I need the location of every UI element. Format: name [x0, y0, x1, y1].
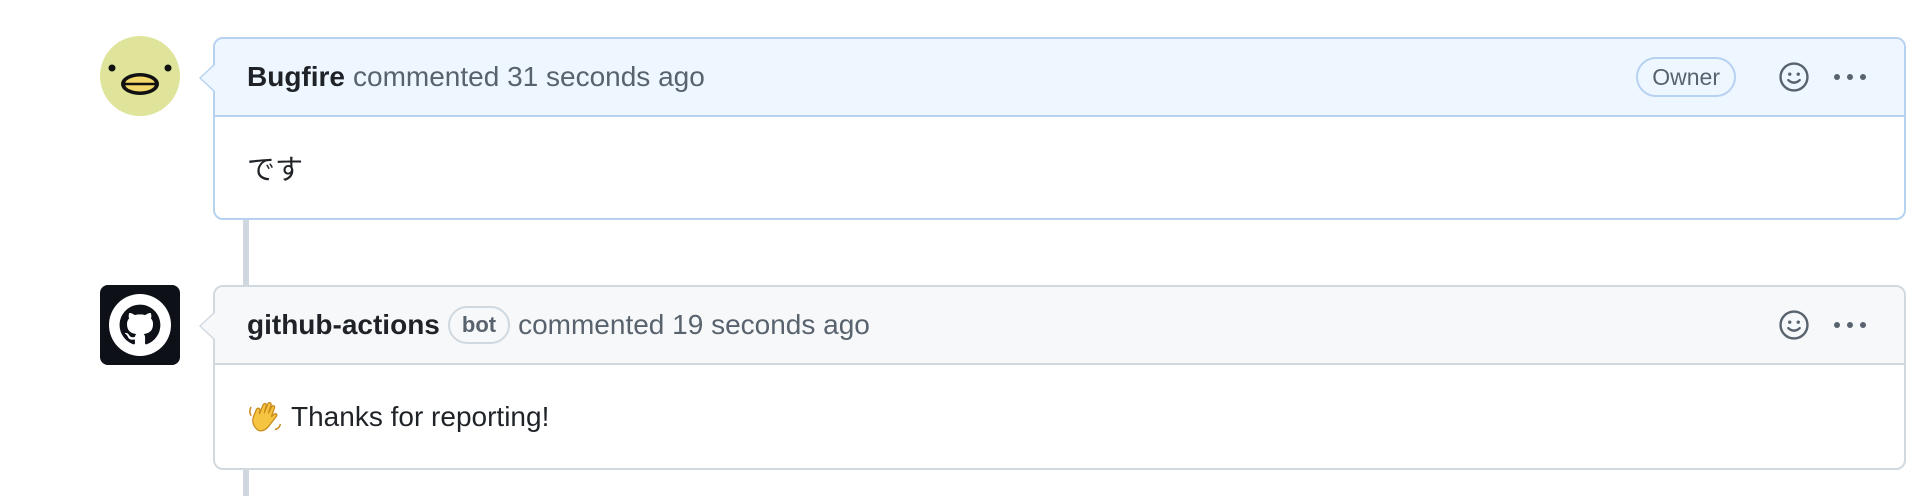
owner-badge: Owner: [1636, 57, 1736, 97]
comment-body-text: Thanks for reporting!: [291, 400, 550, 432]
avatar-bugfire[interactable]: [100, 36, 180, 116]
github-octocat-avatar-icon: [100, 285, 180, 365]
duck-face-avatar-icon: [100, 36, 180, 116]
comment-options-button[interactable]: [1830, 305, 1870, 345]
comment-body-text: です: [247, 153, 304, 185]
comment-author[interactable]: Bugfire: [247, 61, 345, 93]
timeline-comment: github-actions bot commented 19 seconds …: [199, 285, 1906, 470]
kebab-horizontal-icon: [1834, 322, 1866, 328]
comment-header: github-actions bot commented 19 seconds …: [199, 287, 1904, 365]
timeline-comment: Bugfire commented 31 seconds ago Owner で…: [199, 37, 1906, 220]
timeline-connector: [243, 470, 249, 496]
add-reaction-button[interactable]: [1774, 57, 1814, 97]
comment-action-text: commented: [518, 309, 665, 340]
comment-body: です: [215, 117, 1904, 218]
comment-options-button[interactable]: [1830, 57, 1870, 97]
timeline-connector: [243, 220, 249, 285]
avatar-github-actions[interactable]: [100, 285, 180, 365]
comment-header: Bugfire commented 31 seconds ago Owner: [199, 39, 1904, 117]
comment-action-text: commented: [353, 61, 500, 92]
comment-meta: commented 19 seconds ago: [518, 309, 870, 341]
smiley-icon: [1779, 62, 1809, 92]
kebab-horizontal-icon: [1834, 74, 1866, 80]
bot-badge: bot: [447, 306, 511, 344]
smiley-icon: [1779, 310, 1809, 340]
comment-timestamp[interactable]: 19 seconds ago: [672, 309, 870, 340]
add-reaction-button[interactable]: [1774, 305, 1814, 345]
comment-body: Thanks for reporting!: [215, 365, 1904, 468]
comment-timestamp[interactable]: 31 seconds ago: [507, 61, 705, 92]
comment-author[interactable]: github-actions: [247, 309, 440, 341]
waving-hand-emoji-icon: [249, 401, 282, 431]
comment-meta: commented 31 seconds ago: [353, 61, 705, 93]
